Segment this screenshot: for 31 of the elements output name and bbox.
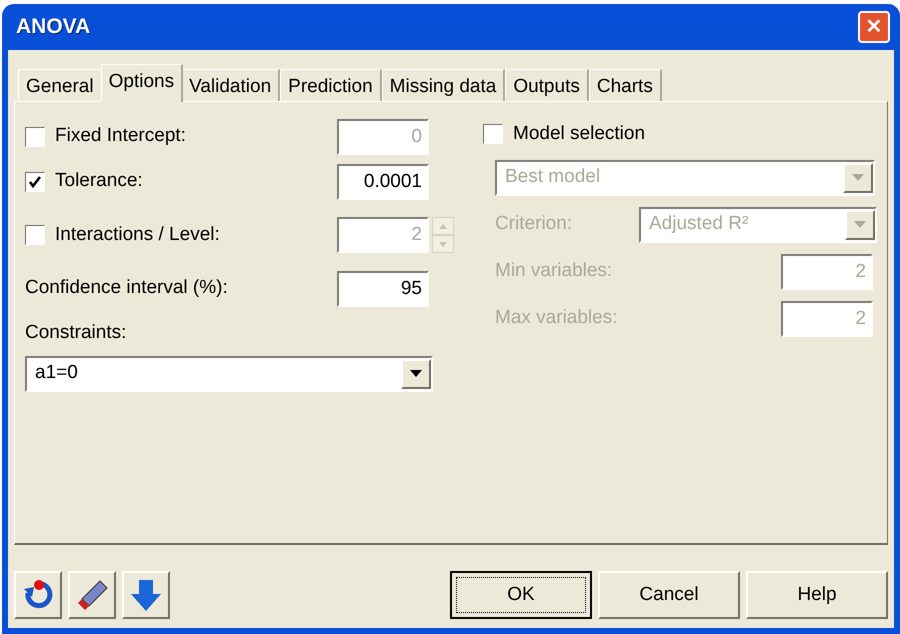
dialog-button[interactable]: Cancel (598, 571, 740, 619)
tab[interactable]: General (18, 69, 103, 102)
field-label: Criterion: (495, 212, 572, 236)
caret-icon (410, 370, 422, 378)
window-title: ANOVA (16, 14, 90, 40)
tab[interactable]: Validation (181, 69, 280, 102)
tab[interactable]: Prediction (280, 69, 382, 102)
eraser-icon[interactable] (68, 571, 116, 619)
constraints-label: Constraints: (25, 321, 128, 345)
field-label: Max variables: (495, 306, 618, 330)
caret-icon (852, 174, 864, 182)
caret-icon (854, 220, 866, 228)
input-field[interactable]: 95 (337, 270, 429, 306)
input-field[interactable]: 0.0001 (337, 164, 429, 200)
option-label: Interactions / Level: (55, 222, 220, 247)
tab[interactable]: Outputs (505, 69, 589, 102)
tab[interactable]: Options (100, 64, 184, 102)
option-label: Fixed Intercept: (55, 124, 186, 148)
tab[interactable]: Missing data (382, 69, 506, 102)
close-button[interactable]: ✕ (858, 11, 890, 43)
checkbox[interactable] (483, 124, 503, 144)
reset-icon[interactable] (14, 571, 62, 619)
checkbox[interactable] (25, 172, 45, 192)
option-label: Model selection (513, 122, 646, 146)
tab[interactable]: Charts (588, 69, 662, 102)
constraints-dropdown[interactable]: a1=0 (25, 356, 433, 392)
field-label: Min variables: (495, 259, 612, 284)
option-label: Confidence interval (%): (25, 276, 228, 300)
option-label: Tolerance: (55, 169, 143, 194)
dialog-button[interactable]: OK (450, 571, 592, 619)
dialog-button[interactable]: Help (746, 571, 888, 619)
